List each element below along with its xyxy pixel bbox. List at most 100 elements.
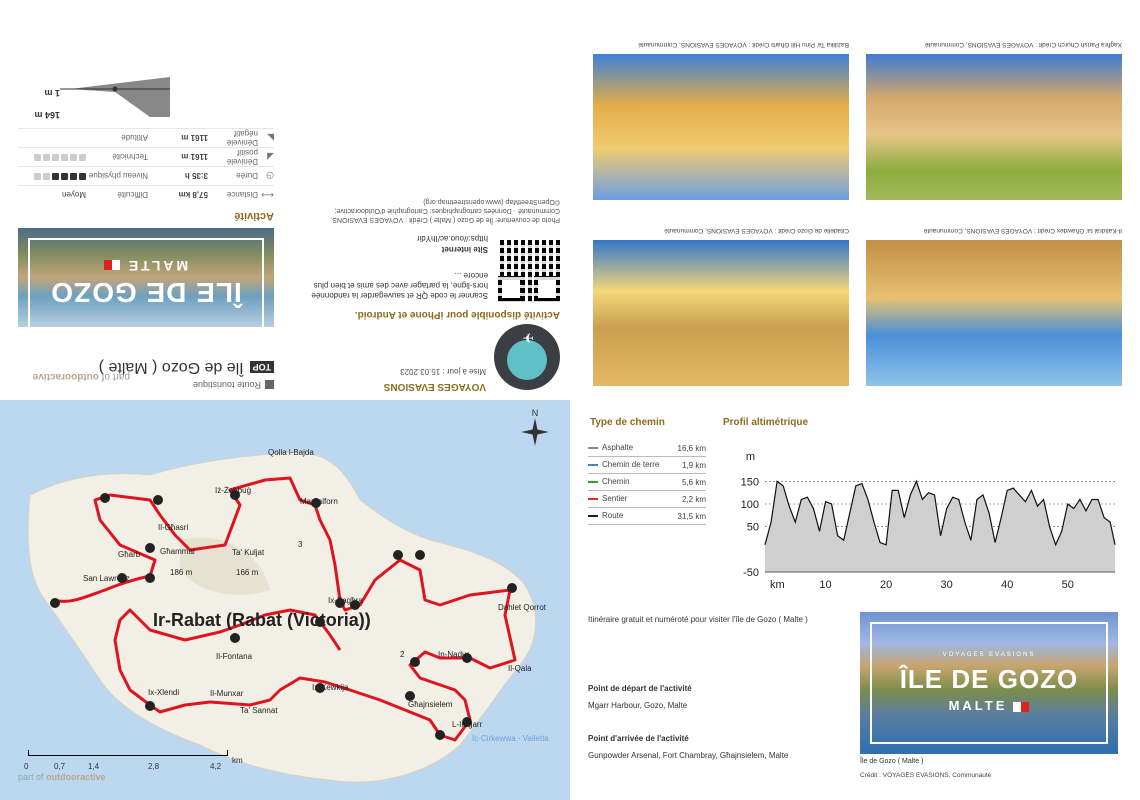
- marker-icon: [153, 495, 163, 505]
- place-label: Ta' Sannat: [240, 706, 278, 715]
- top-badge: TOP: [249, 361, 274, 374]
- level-dot: [52, 154, 59, 162]
- level-dot: [43, 154, 50, 162]
- photo-ta-pinu[interactable]: Bażilika Ta' Pinu Hill Għarb Crédit : VO…: [593, 41, 849, 200]
- tag-text: Route touristique: [192, 380, 261, 390]
- brand-name: outdooractive: [46, 772, 106, 782]
- elevation-profile-chart: 150 100 50 -50 m km 10 20 30 40 50: [741, 451, 1116, 590]
- legend-swatch: [588, 481, 598, 483]
- scale-label: 0,7: [54, 762, 66, 771]
- legend-swatch: [588, 498, 598, 500]
- place-label: Il-Għasri: [158, 523, 189, 532]
- x-tick-label: 10: [819, 579, 831, 590]
- marker-icon: [145, 573, 155, 583]
- marker-icon: [415, 550, 425, 560]
- scale-label: 1,4: [88, 762, 100, 771]
- voyages-logo: ✈: [494, 324, 560, 390]
- compass-rose-icon: [521, 418, 549, 446]
- cover-title: ÎLE DE GOZO: [899, 664, 1079, 694]
- cover-sub-text: MALTE: [948, 698, 1008, 713]
- map-brand: part of outdooractive: [18, 772, 106, 782]
- scale-label: 4,2: [210, 762, 222, 771]
- photo-xaghra[interactable]: Xagħra Parish Church Crédit : VOYAGES EV…: [866, 41, 1122, 200]
- scale-bar: [28, 750, 228, 756]
- photo-citadel[interactable]: Citadelle de Gozo Crédit : VOYAGES EVASI…: [593, 227, 849, 386]
- place-label: Ta' Kuljat: [232, 548, 265, 557]
- stat-extra-value: Moyen: [61, 190, 86, 200]
- scale-label: 2,8: [148, 762, 160, 771]
- legend-value: 1,9 km: [681, 460, 706, 470]
- marker-icon: [230, 633, 240, 643]
- level-dots: [32, 172, 86, 181]
- place-label: Il-Qala: [508, 664, 532, 673]
- scale-label: 0: [24, 762, 29, 771]
- legend-row: Chemin 5,6 km: [588, 474, 706, 491]
- plane-icon: ✈: [522, 330, 534, 346]
- cover-credit: Crédit : VOYAGES EVASIONS, Communauté: [860, 772, 992, 779]
- legend-name: Sentier: [602, 494, 628, 503]
- stat-extra-label: Niveau physique: [88, 171, 148, 181]
- activity-heading: Activité: [234, 210, 274, 222]
- cover-subtitle: MALTE: [860, 698, 1118, 713]
- site-heading: Site internet: [441, 245, 488, 254]
- legend-swatch: [588, 515, 598, 517]
- level-dot: [79, 154, 86, 162]
- arrow-icon: ⟷: [261, 190, 274, 201]
- stat-extra-label: Altitude: [121, 133, 148, 143]
- qr-pattern: [498, 240, 560, 302]
- legend-name: Chemin: [602, 477, 630, 486]
- level-dot: [70, 154, 77, 162]
- stat-value: 1161 m: [181, 133, 208, 143]
- place-label: Ix-Xewkija: [312, 683, 349, 692]
- stat-label: Dénivelé négatif: [226, 129, 258, 147]
- site-url[interactable]: https://ouo.ac/IhYdir: [417, 234, 488, 243]
- place-label: Għajnsielem: [408, 700, 453, 709]
- photo-cathedral[interactable]: Il-Katidral ta' Għawdex Crédit : VOYAGES…: [866, 227, 1122, 386]
- malta-flag-icon: [1013, 701, 1030, 712]
- app-text: Scanner le code QR et sauvegarder la ran…: [311, 271, 488, 300]
- end-heading: Point d'arrivée de l'activité: [588, 734, 689, 743]
- author-name[interactable]: VOYAGES EVASIONS: [384, 381, 486, 392]
- place-label: Il-Fontana: [216, 652, 253, 661]
- route-marker-number: 2: [400, 650, 405, 659]
- update-date: Mise à jour : 15.03.2023: [400, 367, 486, 376]
- photo-caption: Bażilika Ta' Pinu Hill Għarb Crédit : VO…: [638, 41, 849, 48]
- route-icon: [265, 379, 274, 389]
- stat-extra-label: Technicité: [112, 152, 148, 162]
- start-value: Mgarr Harbour, Gozo, Malte: [588, 701, 688, 710]
- photo-caption: Xagħra Parish Church Crédit : VOYAGES EV…: [924, 41, 1122, 48]
- cover-image: ÎLE DE GOZO MALTE: [18, 228, 274, 352]
- y-tick-label: 150: [741, 476, 759, 488]
- route-description: Itinéraire gratuit et numéroté pour visi…: [588, 615, 808, 624]
- route-marker-number: 3: [298, 540, 303, 549]
- compass-icon: N: [520, 408, 550, 448]
- altitude-high: 164 m: [34, 110, 60, 120]
- legend-row: Chemin de terre 1,9 km: [588, 457, 706, 474]
- level-dot: [52, 173, 59, 181]
- legend-value: 16,6 km: [677, 443, 706, 453]
- profile-heading: Profil altimétrique: [723, 417, 809, 428]
- photo-caption: Il-Katidral ta' Għawdex Crédit : VOYAGES…: [923, 227, 1122, 234]
- stat-value: 1161 m: [181, 152, 208, 162]
- legend-name: Asphalte: [602, 443, 634, 452]
- stat-row: ⟷ Distance 57,8 km Difficulté Moyen: [18, 185, 274, 204]
- route-map[interactable]: Qolla l-Bajda Iż-Żebbuġ Marsalforn Il-Għ…: [0, 400, 570, 800]
- y-tick-label: 50: [747, 522, 759, 534]
- x-tick-label: 30: [941, 579, 953, 590]
- path-type-legend: Asphalte 16,6 km Chemin de terre 1,9 km Chem…: [588, 440, 706, 525]
- level-dots: [32, 153, 86, 162]
- level-dot: [43, 173, 50, 181]
- legend-row: Sentier 2,2 km: [588, 491, 706, 508]
- brand-prefix: part of: [18, 772, 44, 782]
- legend-value: 31,5 km: [677, 511, 706, 521]
- y-tick-label: 100: [741, 499, 759, 511]
- marker-icon: [507, 583, 517, 593]
- level-dot: [34, 173, 41, 181]
- cover-title: ÎLE DE GOZO: [50, 277, 242, 308]
- stats-table: ⟷ Distance 57,8 km Difficulté Moyen ◷ Durée 3:3…: [18, 128, 274, 204]
- photo-caption: Citadelle de Gozo Crédit : VOYAGES EVASI…: [664, 227, 849, 234]
- clock-icon: ◷: [266, 171, 274, 182]
- cover-photo[interactable]: VOYAGES EVASIONS ÎLE DE GOZO MALTE: [860, 612, 1118, 754]
- brand-prefix: part of: [101, 371, 130, 382]
- place-label: Għammar: [160, 547, 196, 556]
